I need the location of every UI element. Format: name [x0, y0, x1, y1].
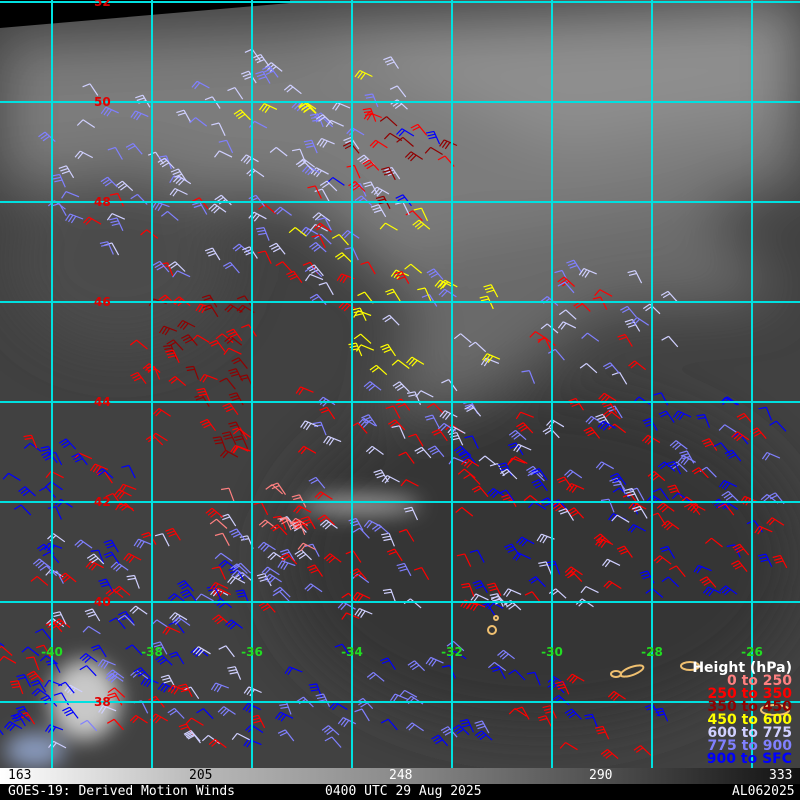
latitude-label: 40 [94, 595, 111, 609]
colorbar-tick: 205 [189, 768, 213, 783]
latitude-label: 46 [94, 295, 111, 309]
longitude-label: -40 [41, 645, 63, 659]
longitude-label: -38 [141, 645, 163, 659]
colorbar-tick: 333 [769, 768, 793, 783]
latitude-label: 42 [94, 495, 111, 509]
longitude-label: -28 [641, 645, 663, 659]
satellite-wind-image: 52 50 48 46 44 42 40 38 -40 -38 -36 -34 -32 -30 -28 -2… [0, 0, 800, 800]
satellite-map [0, 0, 800, 768]
longitude-label: -30 [541, 645, 563, 659]
height-legend: Height (hPa) 0 to 250 250 to 350 350 to … [692, 661, 792, 767]
colorbar-tick: 163 [8, 768, 32, 783]
latitude-label: 38 [94, 695, 111, 709]
latitude-label: 50 [94, 95, 111, 109]
storm-id: AL062025 [732, 784, 795, 799]
colorbar-tick: 290 [589, 768, 613, 783]
latitude-label: 48 [94, 195, 111, 209]
longitude-label: -32 [441, 645, 463, 659]
latitude-label: 52 [94, 0, 111, 9]
longitude-label: -26 [741, 645, 763, 659]
legend-item-900-sfc: 900 to SFC [706, 751, 792, 767]
colorbar-tick: 248 [389, 768, 413, 783]
product-title: GOES-19: Derived Motion Winds [8, 784, 235, 799]
longitude-label: -36 [241, 645, 263, 659]
latitude-label: 44 [94, 395, 111, 409]
timestamp: 0400 UTC 29 Aug 2025 [325, 784, 482, 799]
footer-bar: GOES-19: Derived Motion Winds 0400 UTC 2… [0, 784, 800, 800]
longitude-label: -34 [341, 645, 363, 659]
